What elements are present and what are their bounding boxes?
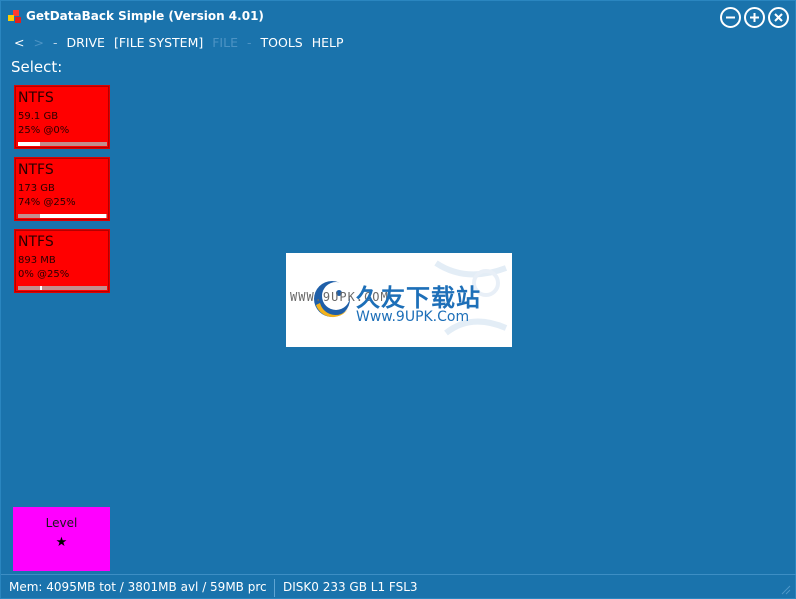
menu-item-file[interactable]: FILE (212, 35, 238, 50)
minus-icon (726, 16, 735, 19)
drive-fs-label: NTFS (18, 162, 54, 178)
menu-item-drive[interactable]: DRIVE (66, 35, 104, 50)
maximize-button[interactable] (744, 7, 765, 28)
drive-usage-bar (18, 286, 107, 290)
select-label: Select: (11, 58, 63, 76)
drive-tile-1[interactable]: NTFS 59.1 GB 25% @0% (14, 85, 110, 149)
drive-fs-label: NTFS (18, 90, 54, 106)
drive-usage-marker (40, 286, 42, 290)
status-disk: DISK0 233 GB L1 FSL3 (283, 580, 418, 594)
drive-usage-bar (18, 214, 107, 218)
back-button[interactable]: < (14, 35, 24, 50)
menu-separator: - (246, 34, 252, 50)
drive-usage: 25% @0% (18, 125, 70, 136)
menu-item-tools[interactable]: TOOLS (261, 35, 303, 50)
minimize-button[interactable] (720, 7, 741, 28)
watermark-site-name: 久友下载站 (356, 284, 481, 312)
drive-tile-2[interactable]: NTFS 173 GB 74% @25% (14, 157, 110, 221)
drive-usage-fill (18, 142, 40, 146)
resize-grip-icon[interactable] (780, 584, 791, 595)
level-button[interactable]: Level ★ (13, 507, 110, 571)
drive-usage-marker (18, 142, 20, 146)
menu-item-file-system[interactable]: [FILE SYSTEM] (114, 35, 203, 50)
menu-separator: - (52, 34, 58, 50)
drive-usage: 0% @25% (18, 269, 70, 280)
app-logo-icon (8, 10, 22, 24)
menu-bar: < > - DRIVE [FILE SYSTEM] FILE - TOOLS H… (14, 34, 353, 50)
status-memory: Mem: 4095MB tot / 3801MB avl / 59MB prc (9, 580, 267, 594)
window-title: GetDataBack Simple (Version 4.01) (26, 9, 264, 23)
watermark-url: Www.9UPK.Com (356, 309, 470, 325)
watermark-banner: WWW.9UPK.COM 久友下载站 Www.9UPK.Com (286, 253, 512, 347)
close-icon (774, 13, 783, 22)
menu-item-help[interactable]: HELP (312, 35, 344, 50)
drive-size: 173 GB (18, 183, 55, 194)
status-bar: Mem: 4095MB tot / 3801MB avl / 59MB prc … (1, 574, 796, 599)
drive-usage: 74% @25% (18, 197, 76, 208)
forward-button[interactable]: > (33, 35, 43, 50)
drive-usage-fill (40, 214, 106, 218)
star-icon: ★ (55, 535, 68, 550)
drive-size: 59.1 GB (18, 111, 59, 122)
drive-tile-3[interactable]: NTFS 893 MB 0% @25% (14, 229, 110, 293)
level-label: Level (45, 516, 78, 530)
drive-usage-marker (40, 214, 42, 218)
status-divider (274, 579, 275, 597)
drive-size: 893 MB (18, 255, 56, 266)
drive-usage-bar (18, 142, 107, 146)
close-button[interactable] (768, 7, 789, 28)
plus-icon (750, 13, 759, 22)
title-bar[interactable]: GetDataBack Simple (Version 4.01) (1, 1, 796, 33)
drive-fs-label: NTFS (18, 234, 54, 250)
app-window: GetDataBack Simple (Version 4.01) < > - … (0, 0, 796, 599)
